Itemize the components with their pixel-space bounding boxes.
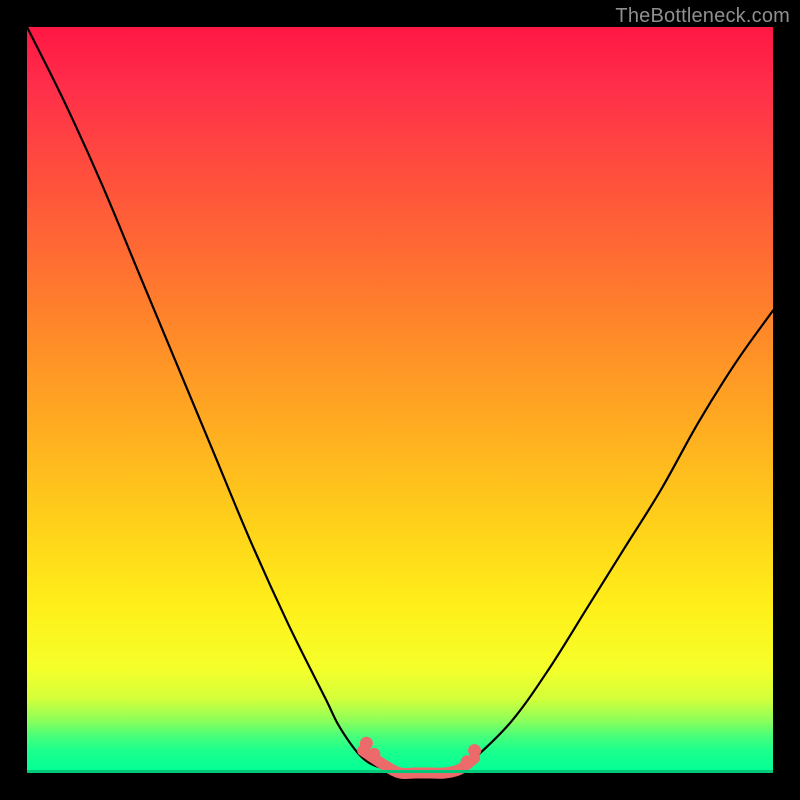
bottleneck-curve	[27, 27, 773, 773]
chart-frame: TheBottleneck.com	[0, 0, 800, 800]
highlight-dot	[461, 755, 474, 768]
highlight-dot	[367, 748, 380, 761]
plot-area	[27, 27, 773, 773]
watermark-text: TheBottleneck.com	[615, 5, 790, 28]
curve-layer	[27, 27, 773, 773]
highlight-dot	[360, 737, 373, 750]
highlight-dot	[468, 744, 481, 757]
